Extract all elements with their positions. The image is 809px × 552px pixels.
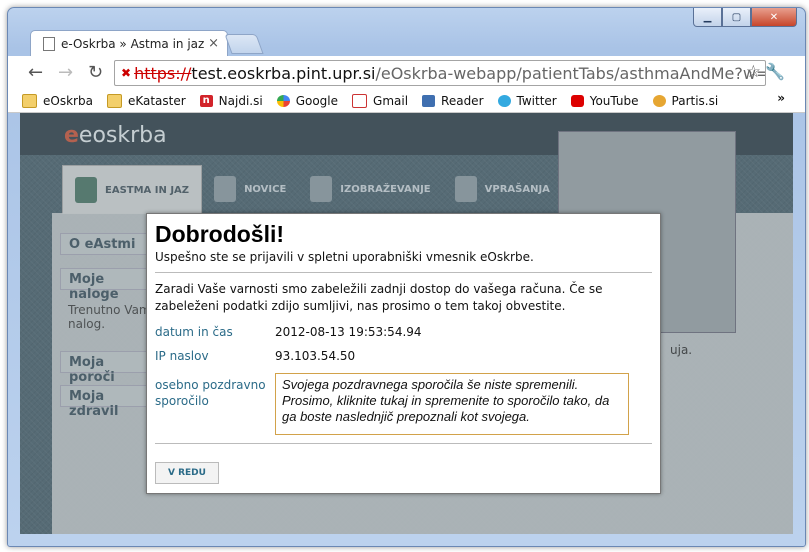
url-path: /eOskrba-webapp/patientTabs/asthmaAndMe?… (375, 63, 765, 83)
ip-row: IP naslov 93.103.54.50 (155, 349, 652, 363)
bookmark-label: YouTube (589, 94, 639, 108)
reload-icon[interactable]: ↻ (88, 62, 103, 83)
dialog-title: Dobrodošli! (155, 221, 285, 247)
security-notice: Zaradi Vaše varnosti smo zabeležili zadn… (155, 282, 603, 313)
bookmark-label: eKataster (127, 94, 186, 108)
more-bookmarks-icon[interactable]: » (777, 91, 785, 105)
bookmark-label: Reader (441, 94, 484, 108)
bookmark-item[interactable]: eKataster (106, 94, 186, 108)
bookmark-item[interactable]: Partis.si (652, 94, 719, 108)
bookmark-item[interactable]: n Najdi.si (199, 94, 263, 108)
date-row: datum in čas 2012-08-13 19:53:54.94 (155, 325, 652, 339)
folder-icon (106, 94, 122, 108)
close-tab-icon[interactable]: × (208, 36, 219, 51)
new-tab-button[interactable] (224, 34, 264, 54)
browser-toolbar: ← → ↻ ✖ https:// test.eoskrba.pint.upr.s… (8, 56, 805, 90)
url-scheme: https:// (134, 63, 192, 83)
bookmark-item[interactable]: Gmail (352, 94, 408, 108)
close-window-icon[interactable]: ✕ (751, 8, 797, 27)
google-icon (276, 95, 290, 107)
insecure-lock-icon: ✖ (121, 66, 132, 80)
twitter-icon (497, 95, 511, 107)
dialog-subtitle: Uspešno ste se prijavili v spletni upora… (155, 250, 534, 264)
bookmark-label: Gmail (373, 94, 409, 108)
greeting-textarea[interactable]: Svojega pozdravnega sporočila še niste s… (275, 373, 629, 435)
bookmark-item[interactable]: Google (276, 94, 339, 108)
minimize-icon[interactable]: ▁ (693, 8, 722, 27)
bookmark-label: Najdi.si (218, 94, 263, 108)
gmail-icon (352, 94, 368, 108)
ip-value: 93.103.54.50 (275, 349, 356, 363)
greeting-row: osebno pozdravno sporočilo Svojega pozdr… (155, 373, 652, 435)
divider (155, 272, 652, 273)
date-value: 2012-08-13 19:53:54.94 (275, 325, 422, 339)
bookmark-item[interactable]: Twitter (497, 94, 557, 108)
wrench-icon[interactable]: 🔧 (765, 62, 785, 81)
url-host: test.eoskrba.pint.upr.si (191, 63, 376, 83)
welcome-dialog: Dobrodošli! Uspešno ste se prijavili v s… (146, 213, 661, 494)
back-icon[interactable]: ← (28, 62, 43, 83)
date-label: datum in čas (155, 325, 233, 339)
najdi-icon: n (199, 95, 213, 107)
bookmark-star-icon[interactable]: ☆ (746, 62, 761, 82)
partis-icon (652, 95, 666, 107)
window-controls: ▁ ▢ ✕ (693, 8, 797, 27)
tab-title: e-Oskrba » Astma in jaz (61, 37, 205, 51)
bookmark-item[interactable]: eOskrba (22, 94, 93, 108)
reader-icon (422, 95, 436, 107)
bookmark-label: Google (295, 94, 339, 108)
bookmark-label: Twitter (516, 94, 557, 108)
divider (155, 443, 652, 444)
address-bar[interactable]: ✖ https:// test.eoskrba.pint.upr.si /eOs… (114, 60, 766, 86)
ok-button[interactable]: V REDU (155, 462, 219, 484)
bookmark-item[interactable]: YouTube (570, 94, 639, 108)
bookmarks-bar: eOskrba eKataster n Najdi.si Google Gmail… (8, 90, 805, 113)
folder-icon (22, 94, 37, 108)
page-icon (43, 37, 55, 51)
bookmark-label: Partis.si (671, 94, 719, 108)
ip-label: IP naslov (155, 349, 209, 363)
maximize-icon[interactable]: ▢ (722, 8, 751, 27)
youtube-icon (570, 95, 584, 107)
forward-icon[interactable]: → (58, 62, 73, 83)
greeting-label: osebno pozdravno sporočilo (155, 378, 266, 408)
bookmark-label: eOskrba (43, 94, 93, 108)
bookmark-item[interactable]: Reader (422, 94, 484, 108)
browser-tab[interactable]: e-Oskrba » Astma in jaz × (30, 30, 228, 57)
